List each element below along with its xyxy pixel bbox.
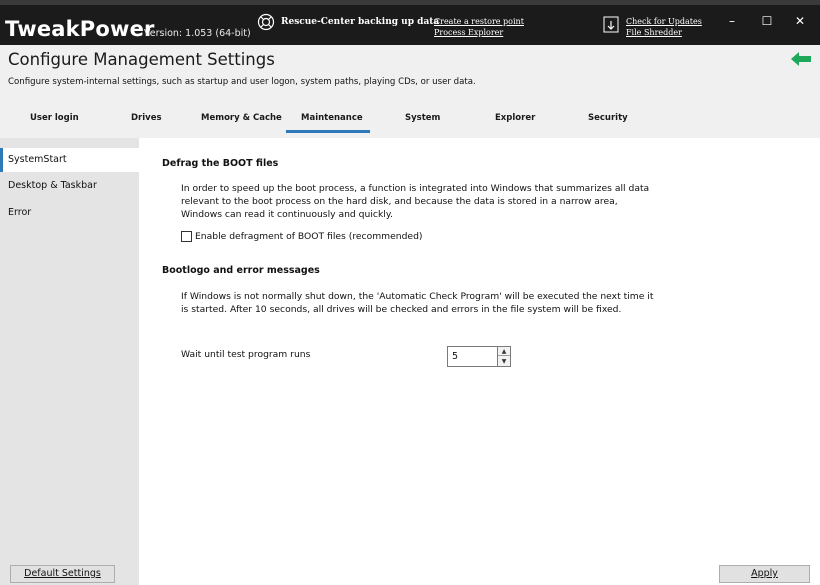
create-restore-point-link[interactable]: Create a restore point bbox=[434, 17, 524, 26]
sidebar-item-systemstart[interactable]: SystemStart bbox=[0, 148, 139, 172]
tab-bar: User login Drives Memory & Cache Mainten… bbox=[0, 107, 820, 135]
page-title: Configure Management Settings bbox=[8, 50, 275, 69]
tab-system[interactable]: System bbox=[405, 113, 440, 123]
defrag-checkbox[interactable] bbox=[181, 231, 192, 242]
tab-memory-cache[interactable]: Memory & Cache bbox=[201, 113, 282, 123]
back-arrow-icon[interactable] bbox=[790, 51, 812, 67]
defrag-description: In order to speed up the boot process, a… bbox=[181, 183, 650, 220]
rescue-center-status[interactable]: Rescue-Center backing up data bbox=[281, 17, 439, 27]
tab-user-login[interactable]: User login bbox=[30, 113, 79, 123]
wait-seconds-stepper[interactable]: ▲ ▼ bbox=[497, 346, 511, 367]
defrag-checkbox-label[interactable]: Enable defragment of BOOT files (recomme… bbox=[195, 231, 423, 242]
wait-seconds-input[interactable]: 5 bbox=[447, 346, 499, 367]
title-bar: TweakPower Version: 1.053 (64-bit) Rescu… bbox=[0, 0, 820, 45]
app-version: Version: 1.053 (64-bit) bbox=[144, 28, 251, 39]
sidebar: SystemStart Desktop & Taskbar Error Defa… bbox=[0, 138, 139, 585]
main-content: Defrag the BOOT files In order to speed … bbox=[139, 138, 820, 585]
update-icon bbox=[603, 16, 619, 33]
file-shredder-link[interactable]: File Shredder bbox=[626, 28, 682, 37]
app-title: TweakPower bbox=[5, 17, 155, 41]
section-title-defrag: Defrag the BOOT files bbox=[162, 158, 279, 169]
check-updates-link[interactable]: Check for Updates bbox=[626, 17, 702, 26]
page-header: Configure Management Settings Configure … bbox=[0, 45, 820, 138]
lifebuoy-icon bbox=[257, 13, 275, 31]
maximize-button[interactable]: ☐ bbox=[757, 13, 777, 29]
section-title-bootlogo: Bootlogo and error messages bbox=[162, 265, 320, 276]
wait-label: Wait until test program runs bbox=[181, 349, 311, 360]
default-settings-button[interactable]: Default Settings bbox=[10, 565, 115, 583]
tab-security[interactable]: Security bbox=[588, 113, 628, 123]
close-button[interactable]: ✕ bbox=[790, 13, 810, 29]
tab-explorer[interactable]: Explorer bbox=[495, 113, 535, 123]
process-explorer-link[interactable]: Process Explorer bbox=[434, 28, 503, 37]
sidebar-item-error[interactable]: Error bbox=[0, 201, 139, 225]
spin-up-icon[interactable]: ▲ bbox=[498, 347, 510, 356]
minimize-button[interactable]: – bbox=[722, 13, 742, 29]
apply-button[interactable]: Apply bbox=[719, 565, 810, 583]
tab-drives[interactable]: Drives bbox=[131, 113, 162, 123]
bootlogo-description: If Windows is not normally shut down, th… bbox=[181, 291, 654, 315]
active-tab-indicator bbox=[286, 130, 370, 133]
tab-maintenance[interactable]: Maintenance bbox=[301, 113, 363, 123]
spin-down-icon[interactable]: ▼ bbox=[498, 357, 510, 366]
page-description: Configure system-internal settings, such… bbox=[8, 77, 476, 87]
sidebar-item-desktop-taskbar[interactable]: Desktop & Taskbar bbox=[0, 174, 139, 198]
